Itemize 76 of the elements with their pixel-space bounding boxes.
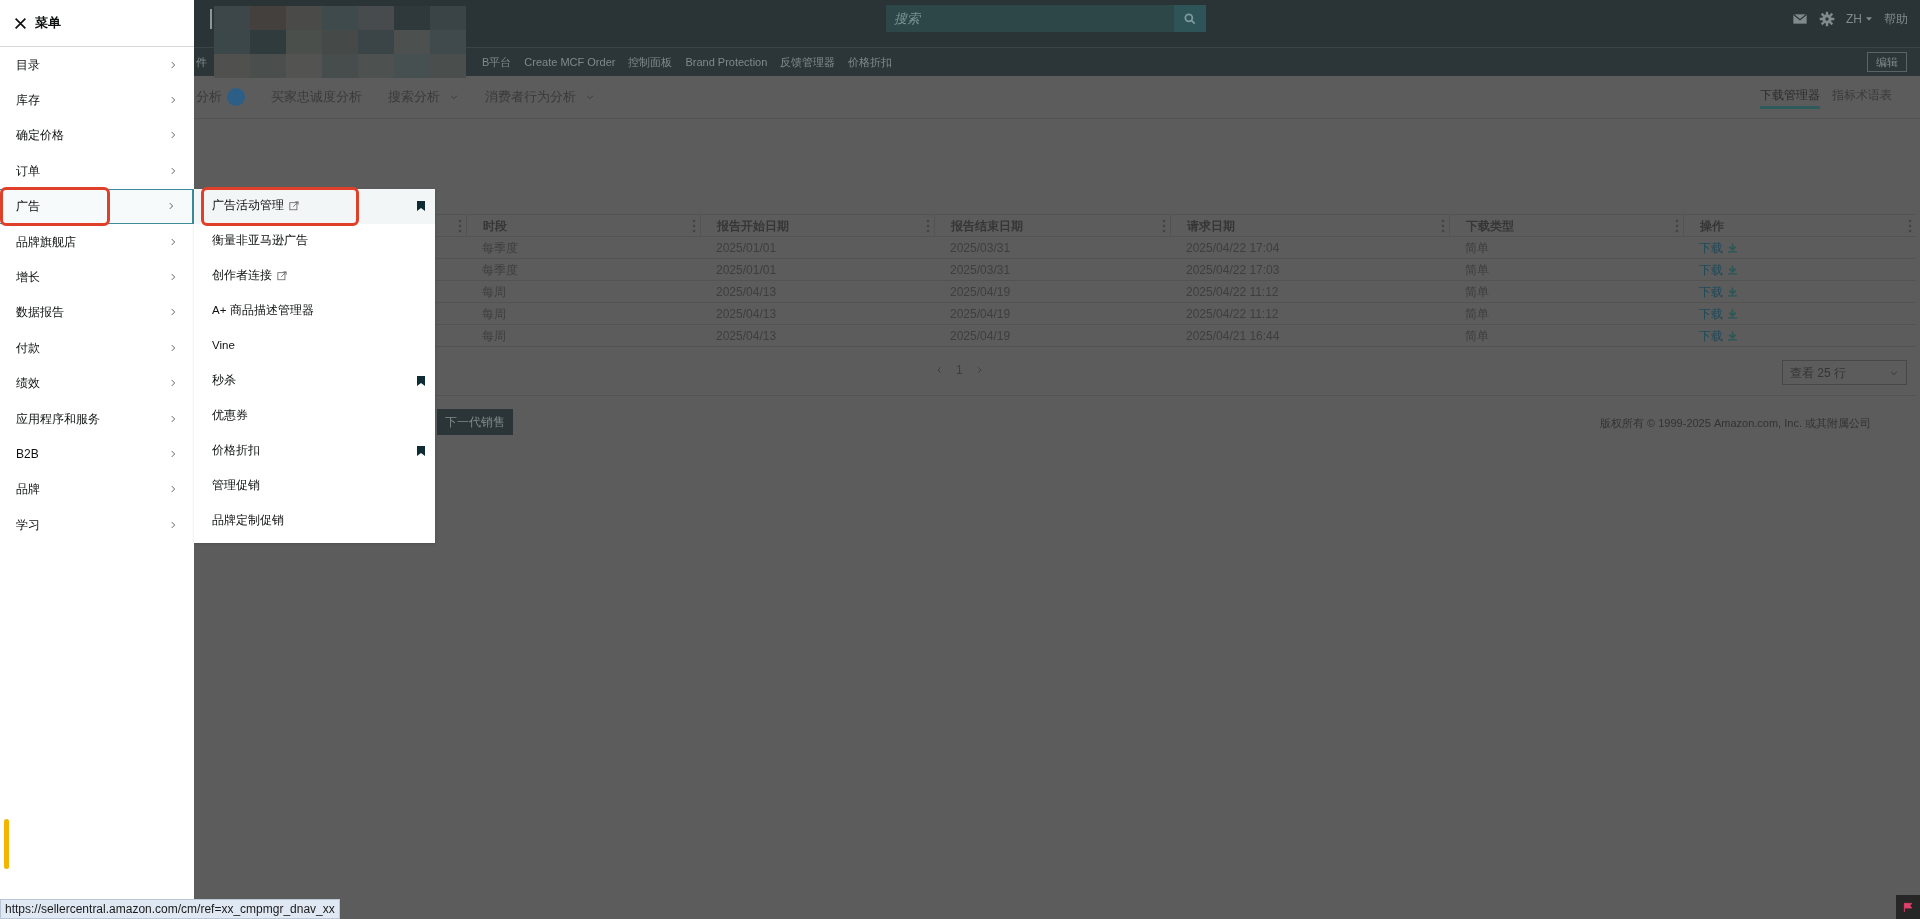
nav-link[interactable]: 件 <box>196 53 207 71</box>
bookmark-icon <box>417 376 425 387</box>
menu-item[interactable]: 数据报告 <box>0 294 194 331</box>
chevron-right-icon <box>168 307 178 318</box>
menu-item[interactable]: 确定价格 <box>0 117 194 154</box>
search-icon <box>1183 11 1197 26</box>
chevron-right-icon <box>166 201 176 212</box>
nav-link[interactable]: 价格折扣 <box>848 53 893 71</box>
corner-button[interactable] <box>1896 895 1920 919</box>
chevron-right-icon <box>168 449 178 459</box>
bookmark-icon <box>417 201 425 212</box>
menu-item[interactable]: 增长 <box>0 259 194 295</box>
bookmark-icon <box>417 446 425 457</box>
mail-icon[interactable] <box>1792 11 1808 27</box>
close-icon[interactable] <box>14 16 27 30</box>
nav-link[interactable]: Brand Protection <box>685 53 768 71</box>
search-button[interactable] <box>1174 5 1206 32</box>
nav-link[interactable]: 反馈管理器 <box>780 53 836 71</box>
badge-icon <box>227 88 245 106</box>
chevron-right-icon <box>168 130 178 141</box>
chevron-right-icon <box>168 342 178 353</box>
logo-divider <box>210 9 212 29</box>
menu-item[interactable]: 绩效 <box>0 365 194 401</box>
search-field[interactable]: 搜索 <box>886 5 1174 32</box>
external-link-icon <box>289 201 299 212</box>
submenu-item[interactable]: 广告活动管理 <box>194 188 435 224</box>
menu-item[interactable]: 应用程序和服务 <box>0 400 194 437</box>
menu-item[interactable]: 目录 <box>0 47 194 83</box>
chevron-left-icon[interactable] <box>935 365 944 375</box>
chevron-right-icon <box>168 165 178 176</box>
menu-item[interactable]: 库存 <box>0 82 194 118</box>
chevron-right-icon <box>168 378 178 389</box>
download-icon <box>1728 242 1737 253</box>
next-gen-button[interactable]: 下一代销售 <box>437 409 513 435</box>
submenu-item[interactable]: 创作者连接 <box>194 258 435 294</box>
submenu-item[interactable]: 秒杀 <box>194 363 435 399</box>
chevron-right-icon <box>168 272 178 283</box>
help-link[interactable]: 帮助 <box>1884 10 1908 28</box>
language-selector[interactable]: ZH <box>1846 10 1873 28</box>
chevron-right-icon <box>168 59 178 70</box>
caret-icon <box>1865 15 1873 23</box>
submenu-item[interactable]: 衡量非亚马逊广告 <box>194 223 435 259</box>
status-url: https://sellercentral.amazon.com/cm/ref=xx_cmpmgr_dnav_xx <box>0 899 340 919</box>
download-icon <box>1728 264 1737 275</box>
menu-item[interactable]: 品牌旗舰店 <box>0 223 194 260</box>
chevron-right-icon <box>168 484 178 495</box>
menu-item[interactable]: 付款 <box>0 330 194 366</box>
chevron-right-icon <box>168 519 178 530</box>
external-link-icon <box>277 271 287 282</box>
menu-title: 菜单 <box>35 14 61 33</box>
download-icon <box>1728 286 1737 297</box>
chevron-right-icon <box>168 236 178 247</box>
chevron-down-icon <box>585 92 595 102</box>
nav-link[interactable]: 控制面板 <box>628 53 673 71</box>
nav-link[interactable]: Create MCF Order <box>524 53 616 71</box>
menu-item[interactable]: 品牌 <box>0 471 194 508</box>
submenu-item[interactable]: A+ 商品描述管理器 <box>194 293 435 329</box>
nav-link[interactable]: B平台 <box>482 53 512 71</box>
download-icon <box>1728 330 1737 341</box>
settings-icon[interactable] <box>1819 11 1835 27</box>
submenu-item[interactable]: 价格折扣 <box>194 433 435 469</box>
menu-item[interactable]: 订单 <box>0 153 194 189</box>
chevron-right-icon <box>168 95 178 106</box>
download-icon <box>1728 308 1737 319</box>
chevron-down-icon <box>449 92 459 102</box>
chevron-right-icon <box>168 413 178 424</box>
menu-item[interactable]: B2B <box>0 436 194 472</box>
scroll-indicator <box>4 819 9 869</box>
submenu-item[interactable]: 管理促销 <box>194 468 435 504</box>
flag-icon <box>1902 901 1914 913</box>
edit-button[interactable]: 编辑 <box>1867 52 1907 72</box>
menu-item[interactable]: 学习 <box>0 507 194 543</box>
submenu-item[interactable]: 优惠券 <box>194 398 435 434</box>
menu-item[interactable]: 广告 <box>0 188 194 224</box>
submenu-item[interactable]: 品牌定制促销 <box>194 503 435 539</box>
submenu-item[interactable]: Vine <box>194 328 435 364</box>
